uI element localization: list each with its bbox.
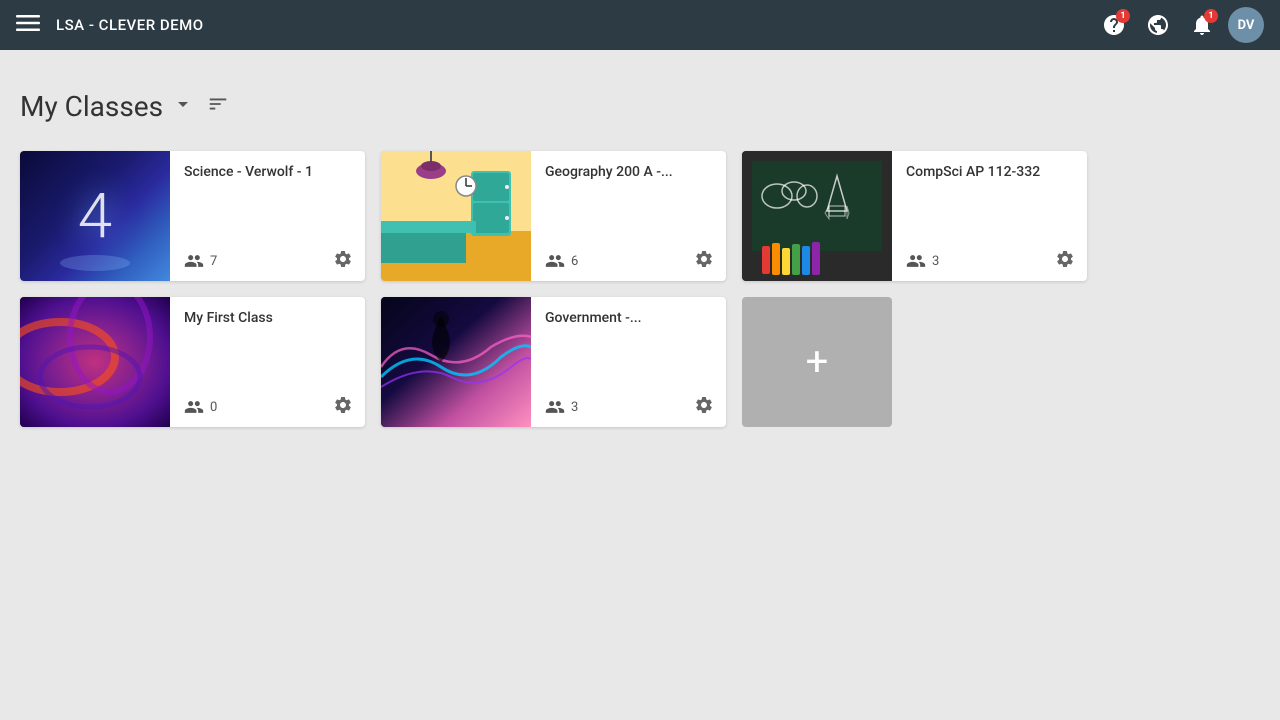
student-count-government: 3 — [545, 397, 578, 417]
card-body-science: Science - Verwolf - 1 7 — [170, 151, 365, 281]
card-footer-geography: 6 — [545, 249, 714, 273]
card-footer-science: 7 — [184, 249, 353, 273]
help-badge: 1 — [1116, 9, 1130, 23]
main-content: My Classes 4 Science - Verwolf - 1 7 — [0, 50, 1280, 447]
settings-button-firstclass[interactable] — [333, 395, 353, 419]
student-count-num-geography: 6 — [571, 254, 578, 269]
card-title-government: Government -... — [545, 309, 714, 327]
add-class-button[interactable]: + — [742, 297, 892, 427]
help-button[interactable]: 1 — [1096, 7, 1132, 43]
class-card-government[interactable]: Government -... 3 — [381, 297, 726, 427]
title-dropdown-icon[interactable] — [171, 92, 195, 121]
notifications-button[interactable]: 1 — [1184, 7, 1220, 43]
settings-button-science[interactable] — [333, 249, 353, 273]
header-left: LSA - CLEVER DEMO — [16, 11, 204, 40]
user-avatar[interactable]: DV — [1228, 7, 1264, 43]
class-card-compsci[interactable]: CompSci AP 112-332 3 — [742, 151, 1087, 281]
card-image-geography — [381, 151, 531, 281]
student-count-num-firstclass: 0 — [210, 400, 217, 415]
add-class-card[interactable]: + — [742, 297, 1087, 427]
card-body-government: Government -... 3 — [531, 297, 726, 427]
card-image-science: 4 — [20, 151, 170, 281]
settings-button-compsci[interactable] — [1055, 249, 1075, 273]
app-title: LSA - CLEVER DEMO — [56, 16, 204, 34]
card-title-firstclass: My First Class — [184, 309, 353, 327]
card-footer-government: 3 — [545, 395, 714, 419]
card-image-government — [381, 297, 531, 427]
card-title-geography: Geography 200 A -... — [545, 163, 714, 181]
student-count-firstclass: 0 — [184, 397, 217, 417]
student-count-science: 7 — [184, 251, 217, 271]
card-image-compsci — [742, 151, 892, 281]
classes-grid: 4 Science - Verwolf - 1 7 — [20, 151, 1260, 427]
class-card-firstclass[interactable]: My First Class 0 — [20, 297, 365, 427]
globe-button[interactable] — [1140, 7, 1176, 43]
class-card-geography[interactable]: Geography 200 A -... 6 — [381, 151, 726, 281]
menu-icon[interactable] — [16, 11, 40, 40]
card-body-geography: Geography 200 A -... 6 — [531, 151, 726, 281]
card-footer-firstclass: 0 — [184, 395, 353, 419]
page-title-row: My Classes — [20, 90, 1260, 123]
card-footer-compsci: 3 — [906, 249, 1075, 273]
header-right: 1 1 DV — [1096, 7, 1264, 43]
settings-button-geography[interactable] — [694, 249, 714, 273]
card-body-compsci: CompSci AP 112-332 3 — [892, 151, 1087, 281]
student-count-num-science: 7 — [210, 254, 217, 269]
card-title-compsci: CompSci AP 112-332 — [906, 163, 1075, 181]
student-count-num-compsci: 3 — [932, 254, 939, 269]
student-count-compsci: 3 — [906, 251, 939, 271]
class-card-science[interactable]: 4 Science - Verwolf - 1 7 — [20, 151, 365, 281]
add-class-plus-icon: + — [806, 342, 829, 382]
app-header: LSA - CLEVER DEMO 1 1 DV — [0, 0, 1280, 50]
notif-badge: 1 — [1204, 9, 1218, 23]
page-title: My Classes — [20, 90, 163, 123]
card-title-science: Science - Verwolf - 1 — [184, 163, 353, 181]
settings-button-government[interactable] — [694, 395, 714, 419]
student-count-num-government: 3 — [571, 400, 578, 415]
filter-icon[interactable] — [207, 93, 229, 120]
student-count-geography: 6 — [545, 251, 578, 271]
card-image-firstclass — [20, 297, 170, 427]
card-body-firstclass: My First Class 0 — [170, 297, 365, 427]
